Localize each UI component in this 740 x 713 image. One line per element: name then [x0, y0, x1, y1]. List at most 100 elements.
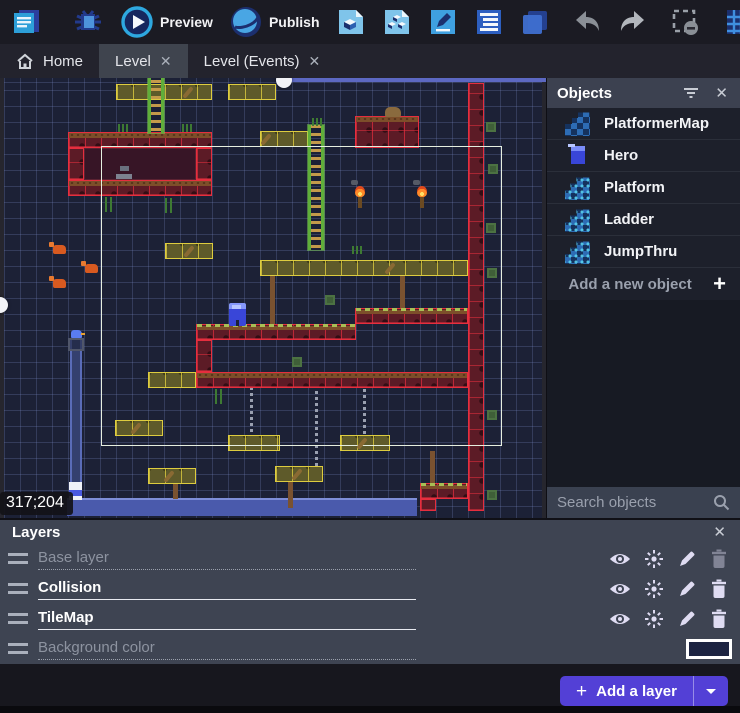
moss-sprite[interactable] — [488, 164, 498, 174]
delete-trash-icon[interactable] — [710, 609, 728, 629]
pole-tile-run[interactable] — [288, 482, 293, 508]
plus-icon: + — [576, 682, 587, 701]
ladder-tile-run[interactable] — [148, 78, 164, 133]
layer-name-field[interactable]: Base layer — [38, 549, 416, 570]
moss-sprite[interactable] — [486, 122, 496, 132]
tab-level-events[interactable]: Level (Events) ✕ — [188, 44, 337, 78]
effects-icon[interactable] — [644, 609, 664, 629]
visibility-eye-icon[interactable] — [609, 611, 631, 627]
torch-sprite[interactable] — [358, 196, 362, 208]
events-sheet-button[interactable] — [470, 5, 508, 39]
scene-canvas[interactable]: 317;204 — [0, 78, 546, 518]
pole-tile-run[interactable] — [173, 484, 178, 499]
skel-sprite[interactable] — [116, 174, 132, 179]
yellow-tile-run[interactable] — [228, 84, 276, 100]
delete-trash-icon[interactable] — [710, 579, 728, 599]
object-item-platform[interactable]: Platform — [547, 172, 740, 204]
layer-name-field[interactable]: Collision — [38, 579, 416, 600]
drag-handle-icon[interactable] — [8, 613, 28, 625]
properties-button[interactable] — [424, 5, 462, 39]
layers-editor-button[interactable] — [516, 5, 554, 39]
effects-icon[interactable] — [644, 549, 664, 569]
thumb-sprite[interactable] — [0, 297, 8, 313]
tab-level-close-icon[interactable]: ✕ — [160, 53, 172, 70]
tab-home[interactable]: Home — [0, 44, 99, 78]
object-item-jumpthru[interactable]: JumpThru — [547, 236, 740, 268]
vine-sprite[interactable] — [105, 197, 114, 212]
undo-button[interactable] — [570, 7, 606, 37]
toolbar: Preview Publish — [0, 0, 740, 44]
layers-panel-close-icon[interactable]: ✕ — [711, 523, 728, 541]
project-manager-button[interactable] — [6, 5, 46, 39]
object-item-ladder[interactable]: Ladder — [547, 204, 740, 236]
objects-panel-close-icon[interactable]: ✕ — [713, 84, 730, 102]
effects-icon[interactable] — [644, 579, 664, 599]
critter-sprite[interactable] — [53, 279, 66, 288]
vine-sprite[interactable] — [165, 198, 174, 213]
edit-pencil-icon[interactable] — [677, 549, 697, 569]
debugger-button[interactable] — [68, 5, 108, 39]
moss-sprite[interactable] — [325, 295, 335, 305]
add-layer-button[interactable]: + Add a layer — [560, 676, 728, 706]
hbar-tile-run[interactable] — [283, 78, 546, 82]
search-objects-input[interactable]: Search objects — [547, 487, 740, 518]
add-layer-dropdown[interactable] — [694, 676, 728, 706]
moss-sprite[interactable] — [487, 490, 497, 500]
edit-pencil-icon[interactable] — [677, 579, 697, 599]
grass-sprite[interactable] — [118, 124, 129, 132]
clear-selection-button[interactable] — [666, 5, 704, 39]
publish-button[interactable]: Publish — [225, 3, 324, 41]
layer-name-field[interactable]: TileMap — [38, 609, 416, 630]
critter-sprite[interactable] — [53, 245, 66, 254]
visibility-eye-icon[interactable] — [609, 581, 631, 597]
drag-handle-icon[interactable] — [8, 583, 28, 595]
red-tile-run[interactable] — [420, 483, 468, 499]
layer-name-field[interactable]: Background color — [38, 639, 416, 660]
red-tile-run[interactable] — [68, 148, 84, 180]
red-tile-run[interactable] — [420, 499, 436, 511]
grass-sprite[interactable] — [312, 118, 323, 126]
yellow-tile-run[interactable] — [116, 84, 212, 100]
pole-tile-run[interactable] — [430, 451, 435, 483]
torch-sprite[interactable] — [420, 196, 424, 208]
vine-sprite[interactable] — [215, 389, 224, 404]
tab-level-events-close-icon[interactable]: ✕ — [308, 53, 320, 70]
tab-level[interactable]: Level ✕ — [99, 44, 188, 78]
objects-editor-button[interactable] — [332, 5, 370, 39]
object-item-platformermap[interactable]: PlatformerMap — [547, 108, 740, 140]
moss-sprite[interactable] — [487, 410, 497, 420]
fall-tile-run[interactable] — [70, 339, 82, 499]
moss-sprite[interactable] — [487, 268, 497, 278]
water-tile-run[interactable] — [67, 498, 417, 516]
critter-sprite[interactable] — [85, 264, 98, 273]
tilemap-object-icon — [565, 111, 590, 136]
filter-icon[interactable] — [683, 87, 699, 99]
rock-sprite[interactable] — [385, 107, 401, 117]
edit-pencil-icon[interactable] — [677, 609, 697, 629]
add-new-object-button[interactable]: Add a new object + — [547, 268, 740, 300]
bird-sprite[interactable] — [71, 330, 82, 338]
visibility-eye-icon[interactable] — [609, 551, 631, 567]
object-item-hero[interactable]: Hero — [547, 140, 740, 172]
background-color-swatch[interactable] — [686, 639, 732, 659]
preview-button[interactable]: Preview — [116, 3, 217, 41]
grass-sprite[interactable] — [352, 246, 363, 254]
redo-button[interactable] — [614, 7, 650, 37]
preview-icon — [120, 5, 154, 39]
layer-row-background-color: Background color — [0, 634, 740, 664]
drag-handle-icon[interactable] — [8, 643, 28, 655]
delete-trash-icon[interactable] — [710, 549, 728, 569]
drag-handle-icon[interactable] — [8, 553, 28, 565]
red-tile-run[interactable] — [355, 116, 419, 148]
box-sprite[interactable] — [68, 338, 84, 351]
hero-sprite[interactable] — [229, 303, 246, 326]
grass-sprite[interactable] — [182, 124, 193, 132]
object-groups-button[interactable] — [378, 5, 416, 39]
moss-sprite[interactable] — [292, 357, 302, 367]
grass-edge — [421, 483, 467, 489]
layers-panel-title: Layers — [12, 524, 711, 541]
thumb-sprite[interactable] — [276, 78, 292, 88]
grid-button[interactable] — [720, 5, 740, 39]
moss-sprite[interactable] — [486, 223, 496, 233]
gutter-tile-run[interactable] — [542, 78, 546, 518]
